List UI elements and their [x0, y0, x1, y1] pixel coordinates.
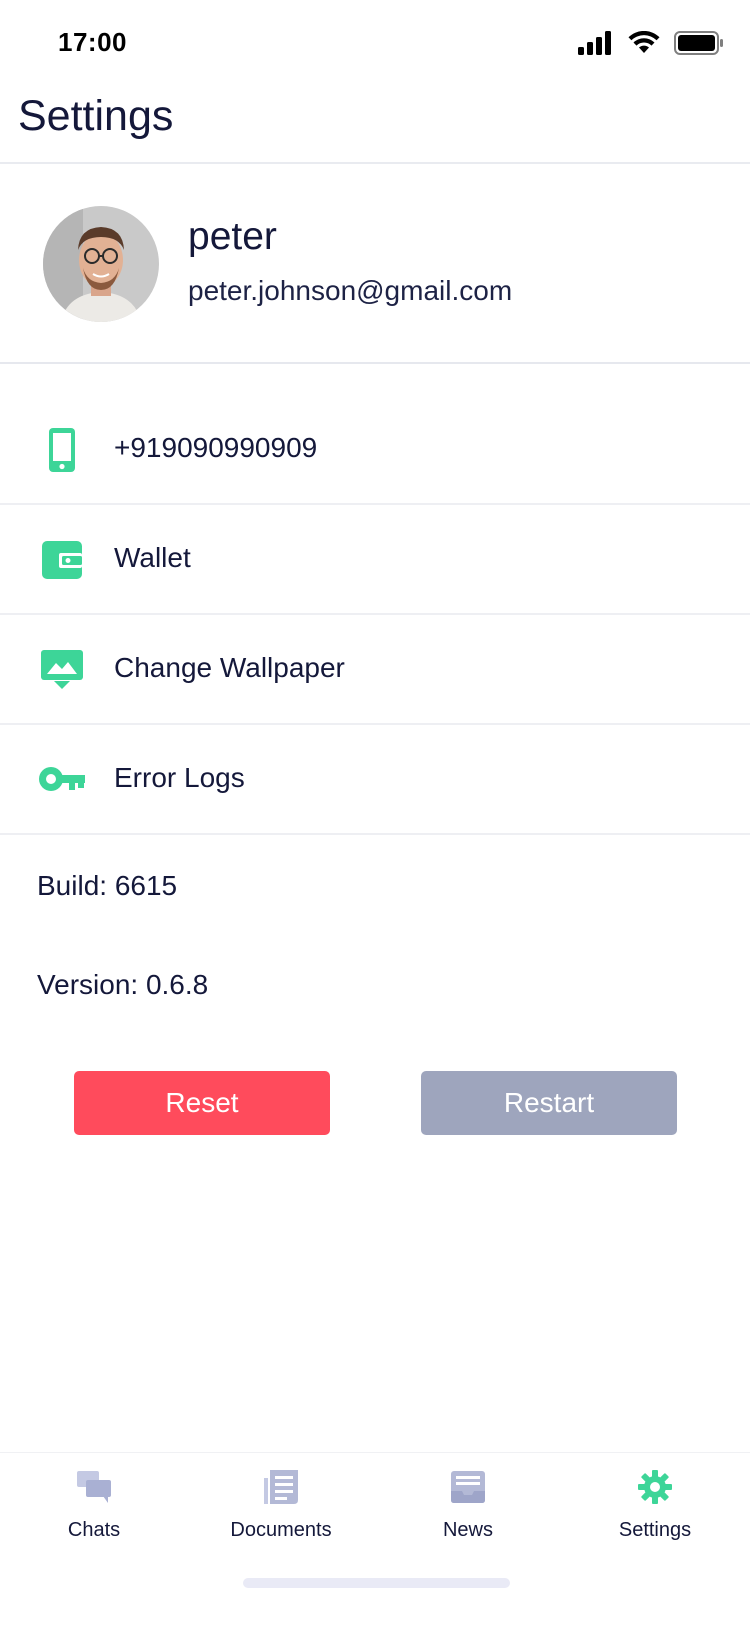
status-bar: 17:00	[0, 0, 750, 90]
build-number: Build: 6615	[37, 870, 178, 901]
profile-card[interactable]: peter peter.johnson@gmail.com	[0, 164, 750, 364]
home-indicator	[243, 1578, 510, 1588]
documents-icon	[257, 1463, 305, 1511]
menu-label-error-logs: Error Logs	[114, 762, 245, 793]
phone-icon	[38, 395, 86, 505]
header: Settings	[0, 84, 750, 164]
avatar[interactable]	[43, 206, 159, 322]
key-icon	[38, 725, 86, 835]
settings-gear-icon	[631, 1463, 679, 1511]
tab-label-settings: Settings	[618, 1519, 692, 1541]
menu-item-phone[interactable]: +919090990909	[0, 395, 750, 505]
version-number: Version: 0.6.8	[37, 969, 209, 1000]
profile-email: peter.johnson@gmail.com	[188, 275, 513, 306]
status-icons	[578, 30, 724, 56]
wallpaper-icon	[38, 615, 86, 725]
restart-button[interactable]: Restart	[421, 1071, 677, 1135]
settings-menu: +919090990909 Wallet Change Wallpaper Er…	[0, 395, 750, 835]
menu-item-wallpaper[interactable]: Change Wallpaper	[0, 615, 750, 725]
tab-label-documents: Documents	[230, 1519, 332, 1541]
tab-chats[interactable]: Chats	[14, 1463, 174, 1563]
wallet-icon	[38, 505, 86, 615]
tab-label-chats: Chats	[67, 1519, 121, 1541]
tab-documents[interactable]: Documents	[201, 1463, 361, 1563]
menu-label-wallpaper: Change Wallpaper	[114, 652, 345, 683]
menu-label-wallet: Wallet	[114, 542, 191, 573]
chats-icon	[70, 1463, 118, 1511]
tab-bar: Chats Documents News Settings	[0, 1452, 750, 1625]
page-title: Settings	[18, 92, 174, 140]
avatar-image	[43, 206, 159, 322]
profile-name: peter	[188, 215, 277, 258]
menu-label-phone: +919090990909	[114, 432, 318, 463]
tab-news[interactable]: News	[388, 1463, 548, 1563]
battery-icon	[674, 31, 723, 55]
status-time: 17:00	[58, 27, 127, 57]
signal-icon	[578, 31, 611, 55]
menu-item-wallet[interactable]: Wallet	[0, 505, 750, 615]
tab-label-news: News	[442, 1519, 493, 1541]
menu-item-error-logs[interactable]: Error Logs	[0, 725, 750, 835]
tab-settings[interactable]: Settings	[575, 1463, 735, 1563]
reset-button[interactable]: Reset	[74, 1071, 330, 1135]
wifi-icon	[628, 31, 660, 53]
news-icon	[444, 1463, 492, 1511]
